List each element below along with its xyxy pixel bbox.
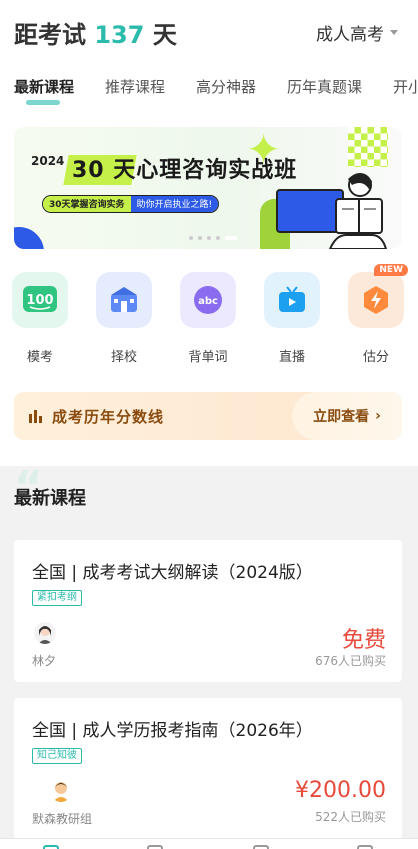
quick-link-mock-exam[interactable]: 100 模考 — [10, 272, 70, 365]
quick-link-label: 估分 — [362, 350, 389, 365]
quick-link-vocabulary[interactable]: abc 背单词 — [178, 272, 238, 365]
quick-link-label: 背单词 — [188, 350, 228, 365]
teacher-name: 林夕 — [32, 654, 57, 668]
banner-year: 2024 — [31, 154, 65, 168]
exam-type-selector[interactable]: 成人高考 — [316, 20, 398, 45]
tab-past-exam-courses[interactable]: 历年真题课 — [287, 76, 362, 97]
profile-icon[interactable] — [357, 845, 373, 849]
caret-down-icon — [390, 30, 398, 35]
study-icon[interactable] — [253, 845, 269, 849]
carousel-dot — [198, 236, 202, 240]
course-icon[interactable] — [147, 845, 163, 849]
view-now-button[interactable]: 立即查看 › — [292, 392, 402, 440]
course-card[interactable]: 全国 | 成人学历报考指南（2026年） 知己知彼 默森教研组 ¥200.00 … — [14, 698, 402, 849]
quick-links: 100 模考 择校 abc 背单词 直播 NEW 估分 — [0, 264, 418, 372]
course-tag: 紧扣考纲 — [32, 590, 82, 606]
banner-pill-left: 30天掌握咨询实务 — [43, 196, 131, 212]
buyer-count: 522人已购买 — [315, 810, 386, 824]
tab-recommended-courses[interactable]: 推荐课程 — [105, 76, 165, 97]
bar-chart-icon — [29, 410, 42, 423]
exam-type-label: 成人高考 — [316, 25, 384, 45]
score-line-banner[interactable]: 成考历年分数线 立即查看 › — [14, 392, 402, 440]
active-tab-indicator — [26, 100, 60, 105]
course-tag: 知己知彼 — [32, 748, 82, 764]
banner-title: 30 天心理咨询实战班 — [72, 158, 298, 183]
teacher-name: 默森教研组 — [32, 812, 93, 826]
school-icon — [96, 272, 152, 328]
section-title: 最新课程 — [14, 488, 86, 509]
reader-illustration — [328, 173, 388, 249]
countdown-prefix: 距考试 — [14, 21, 86, 49]
buyer-count: 676人已购买 — [315, 654, 386, 668]
live-tv-icon — [264, 272, 320, 328]
lightning-icon: NEW — [348, 264, 408, 328]
tab-high-score-tools[interactable]: 高分神器 — [196, 76, 256, 97]
countdown-days: 137 — [94, 21, 145, 49]
banner-pill-right: 助你开启执业之路! — [130, 196, 219, 212]
course-title: 全国 | 成考考试大纲解读（2024版） — [32, 563, 313, 583]
course-tabs: 最新课程 推荐课程 高分神器 历年真题课 开小 — [0, 72, 418, 106]
blue-arc-decoration — [14, 227, 44, 249]
abc-icon: abc — [180, 272, 236, 328]
course-title: 全国 | 成人学历报考指南（2026年） — [32, 721, 313, 741]
latest-courses-section: “ 最新课程 全国 | 成考考试大纲解读（2024版） 紧扣考纲 林夕 免费 6… — [0, 466, 418, 849]
new-badge: NEW — [374, 264, 408, 276]
quick-link-label: 模考 — [26, 350, 53, 365]
view-now-label: 立即查看 — [313, 409, 370, 425]
carousel-dot — [207, 236, 211, 240]
quick-link-label: 直播 — [278, 350, 305, 365]
countdown-suffix: 天 — [152, 21, 177, 49]
tab-latest-courses[interactable]: 最新课程 — [14, 76, 74, 97]
carousel-dot — [189, 236, 193, 240]
header: 距考试 137 天 成人高考 — [0, 0, 418, 64]
carousel-dot — [216, 236, 220, 240]
course-price: 免费 — [341, 628, 386, 653]
promo-banner[interactable]: ✦ 2024 30 天心理咨询实战班 30天掌握咨询实务 助你开启执业之路! — [14, 127, 402, 249]
course-card[interactable]: 全国 | 成考考试大纲解读（2024版） 紧扣考纲 林夕 免费 676人已购买 — [14, 540, 402, 682]
svg-text:100: 100 — [26, 293, 53, 308]
home-icon[interactable] — [43, 845, 59, 849]
bottom-nav — [0, 838, 418, 849]
score-line-label: 成考历年分数线 — [52, 408, 165, 426]
quick-link-label: 择校 — [110, 350, 137, 365]
banner-subtitle-pill: 30天掌握咨询实务 助你开启执业之路! — [42, 195, 220, 213]
course-price: ¥200.00 — [295, 778, 386, 803]
avatar — [53, 782, 69, 802]
svg-text:abc: abc — [198, 296, 218, 307]
quick-link-live[interactable]: 直播 — [262, 272, 322, 365]
avatar — [34, 622, 56, 644]
quick-link-score-estimate[interactable]: NEW 估分 — [346, 264, 408, 365]
quick-link-school[interactable]: 择校 — [94, 272, 154, 365]
exam-100-icon: 100 — [12, 272, 68, 328]
exam-countdown: 距考试 137 天 — [14, 15, 177, 50]
checker-decoration — [348, 127, 388, 167]
tab-more[interactable]: 开小 — [393, 76, 418, 97]
chevron-right-icon: › — [375, 408, 381, 424]
carousel-indicator — [189, 236, 237, 240]
carousel-dot-active — [225, 236, 237, 240]
